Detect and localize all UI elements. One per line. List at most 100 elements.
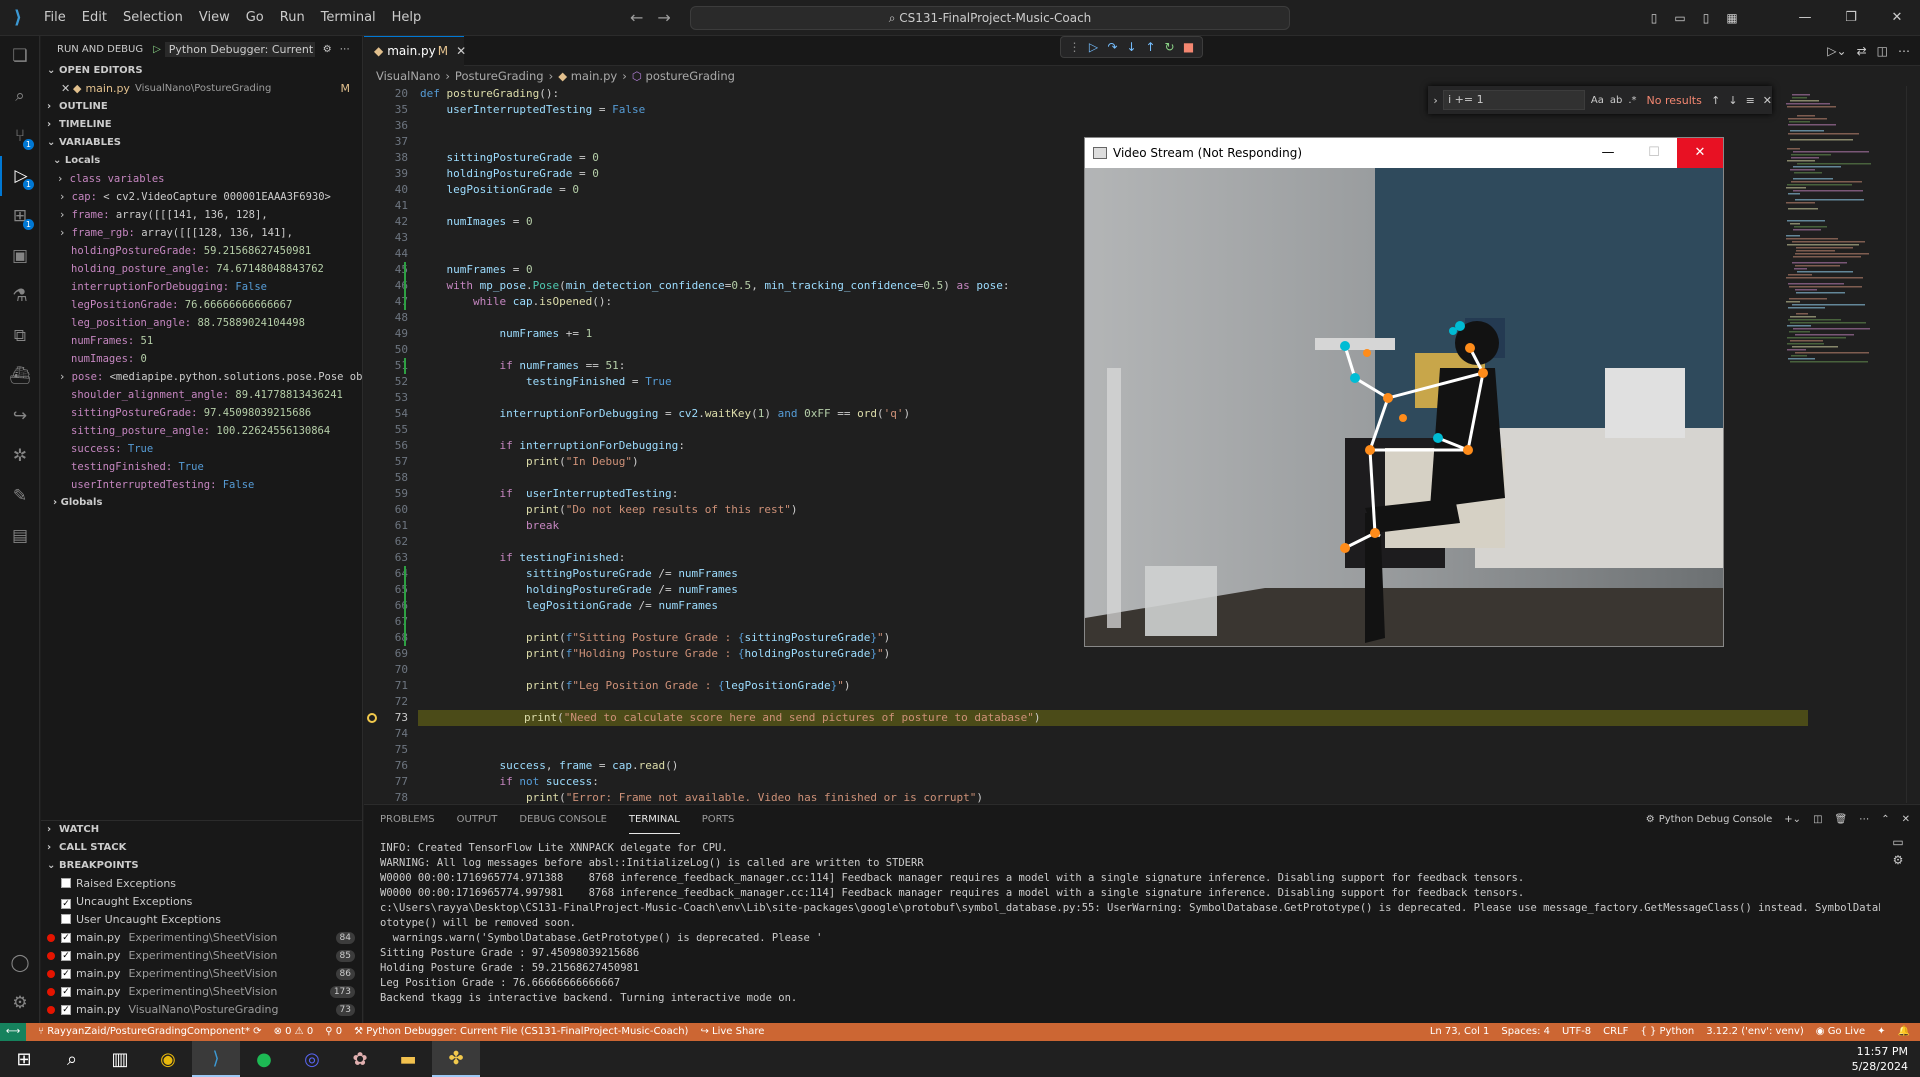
new-terminal-icon[interactable]: +⌄ — [1784, 805, 1801, 835]
toggle-panel-icon[interactable]: ▭ — [1667, 0, 1693, 36]
git-branch[interactable]: ⑂ RayyanZaid/PostureGradingComponent* ⟳ — [38, 1023, 262, 1041]
open-editor-item[interactable]: ✕ ◆ main.py VisualNano\PostureGrading M — [41, 80, 362, 98]
source-control-icon[interactable]: ⑂ 1 — [0, 116, 40, 156]
breakpoint-item[interactable]: main.py Experimenting\SheetVision 84 — [41, 929, 362, 947]
locals-scope[interactable]: ⌄ Locals — [41, 152, 362, 170]
breakpoint-item[interactable]: main.py Experimenting\SheetVision 86 — [41, 965, 362, 983]
run-python-file-icon[interactable]: ▷⌄ — [1827, 36, 1846, 66]
match-case-icon[interactable]: Aa — [1591, 95, 1604, 106]
minimize-icon[interactable]: — — [1782, 0, 1828, 36]
stop-icon[interactable]: ■ — [1179, 40, 1198, 54]
checkbox[interactable] — [61, 969, 71, 979]
system-clock[interactable]: 11:57 PM 5/28/2024 — [1852, 1044, 1920, 1074]
menu-edit[interactable]: Edit — [74, 0, 115, 36]
variable-item[interactable]: legPositionGrade: 76.66666666666667 — [41, 296, 362, 314]
checkbox[interactable] — [61, 987, 71, 997]
task-view-icon[interactable]: ▥ — [96, 1041, 144, 1077]
previous-match-icon[interactable]: ↑ — [1711, 94, 1720, 107]
breakpoint-item[interactable]: main.py Experimenting\SheetVision 173 — [41, 983, 362, 1001]
debug-config-select[interactable]: Python Debugger: Current F — [164, 41, 315, 57]
back-arrow-icon[interactable]: ← — [630, 8, 643, 27]
breakpoint-current-icon[interactable] — [367, 713, 377, 723]
checkbox[interactable] — [61, 899, 71, 909]
explorer-icon[interactable]: ❏ — [0, 36, 40, 76]
variable-item[interactable]: testingFinished: True — [41, 458, 362, 476]
app-icon[interactable]: ✿ — [336, 1041, 384, 1077]
kill-terminal-icon[interactable]: 🗑 — [1835, 805, 1848, 835]
chevron-right-icon[interactable]: › — [1428, 94, 1443, 107]
feather-icon[interactable]: ✎ — [0, 476, 40, 516]
variable-item[interactable]: leg_position_angle: 88.75889024104498 — [41, 314, 362, 332]
minimap[interactable] — [1782, 86, 1900, 803]
menu-go[interactable]: Go — [238, 0, 272, 36]
debug-settings-gear-icon[interactable]: ⚙ — [323, 44, 332, 55]
account-icon[interactable]: ◯ — [0, 943, 40, 983]
tab-terminal[interactable]: TERMINAL — [628, 807, 680, 834]
close-icon[interactable]: ✕ — [1677, 138, 1723, 168]
terminal-name[interactable]: Python Debug Console — [1659, 805, 1773, 835]
toggle-secondary-sidebar-icon[interactable]: ▯ — [1693, 0, 1719, 36]
more-actions-icon[interactable]: ⋯ — [340, 44, 350, 55]
windows-start-icon[interactable]: ⊞ — [0, 1041, 48, 1077]
breadcrumb-folder[interactable]: VisualNano — [376, 69, 440, 83]
checkbox[interactable] — [61, 933, 71, 943]
close-icon[interactable]: ✕ — [1874, 0, 1920, 36]
forward-arrow-icon[interactable]: → — [657, 8, 670, 27]
minimize-icon[interactable]: — — [1585, 138, 1631, 168]
comments-icon[interactable]: ▤ — [0, 516, 40, 556]
indentation[interactable]: Spaces: 4 — [1501, 1023, 1550, 1041]
python-taskbar-icon[interactable]: ✤ — [432, 1041, 480, 1077]
step-into-icon[interactable]: ↓ — [1122, 40, 1141, 54]
live-share[interactable]: ↪ Live Share — [700, 1023, 764, 1041]
chrome-icon[interactable]: ◉ — [144, 1041, 192, 1077]
menu-run[interactable]: Run — [272, 0, 313, 36]
close-panel-icon[interactable]: ✕ — [1902, 805, 1910, 835]
watch-section[interactable]: › WATCH — [41, 821, 362, 839]
terminal-debug-gear-icon[interactable]: ⚙ — [1886, 853, 1910, 871]
checkbox[interactable] — [61, 1005, 71, 1015]
manage-gear-icon[interactable]: ⚙ — [0, 983, 40, 1023]
close-find-icon[interactable]: ✕ — [1763, 94, 1772, 107]
python-interpreter[interactable]: 3.12.2 ('env': venv) — [1706, 1023, 1804, 1041]
settings-sync-icon[interactable]: ✲ — [0, 436, 40, 476]
exception-option[interactable]: User Uncaught Exceptions — [41, 911, 362, 929]
timeline-section[interactable]: › TIMELINE — [41, 116, 362, 134]
more-actions-icon[interactable]: ⋯ — [1859, 805, 1869, 835]
menu-selection[interactable]: Selection — [115, 0, 191, 36]
open-changes-icon[interactable]: ⇄ — [1857, 36, 1867, 66]
variable-item[interactable]: sitting_posture_angle: 100.2262455613086… — [41, 422, 362, 440]
debug-session[interactable]: ⚒ Python Debugger: Current File (CS131-F… — [354, 1023, 688, 1041]
menu-file[interactable]: File — [36, 0, 74, 36]
command-center-search[interactable]: ⌕ CS131-FinalProject-Music-Coach — [690, 6, 1290, 30]
breakpoint-item[interactable]: main.py Experimenting\SheetVision 85 — [41, 947, 362, 965]
breakpoints-section[interactable]: ⌄ BREAKPOINTS — [41, 857, 362, 875]
video-window-titlebar[interactable]: Video Stream (Not Responding) — ☐ ✕ — [1085, 138, 1723, 168]
variable-item[interactable]: › pose: <mediapipe.python.solutions.pose… — [41, 368, 362, 386]
checkbox[interactable] — [61, 951, 71, 961]
variable-item[interactable]: numImages: 0 — [41, 350, 362, 368]
outline-section[interactable]: › OUTLINE — [41, 98, 362, 116]
whole-word-icon[interactable]: ab — [1610, 95, 1622, 106]
drag-handle-icon[interactable]: ⋮ — [1065, 40, 1084, 54]
breadcrumb-symbol[interactable]: postureGrading — [646, 69, 735, 83]
find-in-selection-icon[interactable]: ≡ — [1746, 94, 1755, 107]
call-stack-section[interactable]: › CALL STACK — [41, 839, 362, 857]
variable-item[interactable]: › frame_rgb: array([[[128, 136, 141], — [41, 224, 362, 242]
file-explorer-icon[interactable]: ▬ — [384, 1041, 432, 1077]
next-match-icon[interactable]: ↓ — [1728, 94, 1737, 107]
maximize-icon[interactable]: ☐ — [1631, 138, 1677, 168]
vscode-taskbar-icon[interactable]: ⟩ — [192, 1041, 240, 1077]
go-live[interactable]: ◉ Go Live — [1816, 1023, 1865, 1041]
variable-item[interactable]: › cap: < cv2.VideoCapture 000001EAAA3F69… — [41, 188, 362, 206]
find-input[interactable]: i += 1 — [1443, 90, 1585, 110]
toggle-sidebar-icon[interactable]: ▯ — [1641, 0, 1667, 36]
tab-problems[interactable]: PROBLEMS — [380, 805, 435, 835]
run-debug-icon[interactable]: ▷ 1 — [0, 156, 40, 196]
terminal-instance-icon[interactable]: ▭ — [1886, 835, 1910, 853]
checkbox[interactable] — [61, 878, 71, 888]
remote-explorer-icon[interactable]: ▣ — [0, 236, 40, 276]
menu-view[interactable]: View — [191, 0, 238, 36]
encoding[interactable]: UTF-8 — [1562, 1023, 1591, 1041]
tab-ports[interactable]: PORTS — [702, 805, 735, 835]
maximize-panel-icon[interactable]: ⌃ — [1881, 805, 1889, 835]
